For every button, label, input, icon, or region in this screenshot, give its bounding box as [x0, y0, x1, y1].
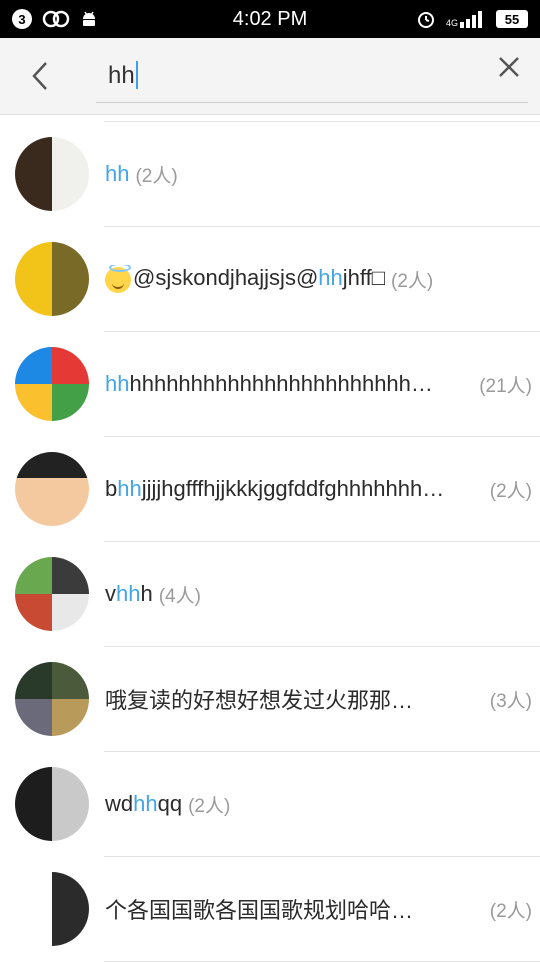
- match-highlight: hh: [318, 265, 343, 291]
- battery-indicator: 55: [496, 10, 528, 28]
- group-name: vhhh (4人): [105, 542, 201, 646]
- group-name: bhhjjjjhgfffhjjkkkjggfddfghhhhhhh…: [105, 437, 444, 541]
- group-name: hh (2人): [105, 122, 178, 226]
- close-icon: [499, 57, 519, 77]
- list-item[interactable]: vhhh (4人): [0, 542, 540, 647]
- status-bar: 3 4:02 PM 4G 55: [0, 0, 540, 38]
- title-text: 个各国国歌各国国歌规划哈哈…: [105, 898, 414, 923]
- group-name: wdhhqq (2人): [105, 752, 230, 856]
- title-text: 哦复读的好想好想发过火那那…: [105, 688, 414, 713]
- title-text: jjjjhgfffhjjkkkjggfddfghhhhhhh…: [141, 476, 445, 501]
- group-avatar: [15, 347, 89, 421]
- status-left: 3: [12, 9, 98, 29]
- group-avatar: [15, 242, 89, 316]
- chevron-left-icon: [32, 62, 47, 90]
- match-highlight: hh: [117, 476, 142, 501]
- group-avatar: [15, 662, 89, 736]
- match-highlight: hh: [116, 581, 141, 606]
- group-title: wdhhqq: [105, 791, 182, 817]
- group-title: hh: [105, 161, 129, 187]
- group-avatar: [15, 872, 89, 946]
- member-count: (2人): [188, 795, 231, 817]
- list-item[interactable]: (21人) hhhhhhhhhhhhhhhhhhhhhhhhh…: [0, 332, 540, 437]
- angel-emoji-icon: [105, 265, 131, 293]
- search-input[interactable]: hh: [96, 48, 528, 103]
- list-item[interactable]: (3人) 哦复读的好想好想发过火那那…: [0, 647, 540, 752]
- list-item[interactable]: @sjskondjhajjsjs@hhjhff□ (2人): [0, 227, 540, 332]
- group-name: 哦复读的好想好想发过火那那…: [105, 647, 413, 751]
- back-button[interactable]: [24, 58, 56, 94]
- member-count: (2人): [135, 165, 178, 187]
- match-highlight: hh: [133, 791, 158, 816]
- list-item[interactable]: hh (2人): [0, 122, 540, 227]
- group-title: 个各国国歌各国国歌规划哈哈…: [105, 893, 413, 925]
- status-time: 4:02 PM: [232, 7, 308, 30]
- group-avatar: [15, 557, 89, 631]
- group-name: hhhhhhhhhhhhhhhhhhhhhhhhh…: [105, 332, 433, 436]
- group-avatar: [15, 137, 89, 211]
- title-text: b: [105, 476, 118, 501]
- text-caret: [135, 60, 138, 89]
- list-item[interactable]: (2人) 个各国国歌各国国歌规划哈哈…: [0, 857, 540, 962]
- title-text: h: [140, 581, 153, 606]
- status-right: 4G 55: [416, 9, 528, 29]
- title-text: hhhhhhhhhhhhhhhhhhhhhhh…: [129, 371, 433, 396]
- list-item[interactable]: (2人) bhhjjjjhgfffhjjkkkjggfddfghhhhhhh…: [0, 437, 540, 542]
- search-query-text: hh: [108, 62, 135, 89]
- signal-icon: [460, 11, 482, 28]
- search-bar: hh: [0, 38, 540, 115]
- search-query: hh: [108, 60, 138, 90]
- group-title: vhhh: [105, 581, 153, 607]
- group-title: bhhjjjjhgfffhjjkkkjggfddfghhhhhhh…: [105, 476, 444, 502]
- member-count: (21人): [479, 375, 532, 397]
- network-label: 4G: [445, 18, 458, 28]
- title-text: jhff□: [342, 265, 386, 291]
- group-avatar: [15, 452, 89, 526]
- group-name: 个各国国歌各国国歌规划哈哈…: [105, 857, 413, 961]
- group-name: @sjskondjhajjsjs@hhjhff□ (2人): [105, 227, 433, 331]
- match-highlight: hh: [105, 371, 130, 396]
- member-count: (3人): [489, 690, 532, 712]
- loop-icon: [42, 10, 70, 28]
- clear-button[interactable]: [494, 52, 524, 82]
- title-text: v: [105, 581, 116, 606]
- member-count: (2人): [489, 480, 532, 502]
- group-title: hhhhhhhhhhhhhhhhhhhhhhhhh…: [105, 371, 433, 397]
- member-count: (2人): [391, 270, 434, 292]
- android-icon: [83, 11, 95, 26]
- title-text: @sjskondjhajjsjs@: [133, 265, 319, 291]
- member-count: (2人): [489, 900, 532, 922]
- match-highlight: hh: [105, 161, 130, 186]
- results-list: hh (2人) @sjskondjhajjsjs@hhjhff□ (2人) (21人) h…: [0, 115, 540, 962]
- list-top-divider: [104, 115, 540, 122]
- list-item[interactable]: wdhhqq (2人): [0, 752, 540, 857]
- notification-badge: 3: [12, 9, 32, 29]
- group-avatar: [15, 767, 89, 841]
- group-title: 哦复读的好想好想发过火那那…: [105, 683, 413, 715]
- title-text: qq: [157, 791, 183, 816]
- member-count: (4人): [158, 585, 201, 607]
- group-title: @sjskondjhajjsjs@hhjhff□: [105, 265, 386, 293]
- alarm-icon: [417, 12, 434, 28]
- title-text: wd: [105, 791, 134, 816]
